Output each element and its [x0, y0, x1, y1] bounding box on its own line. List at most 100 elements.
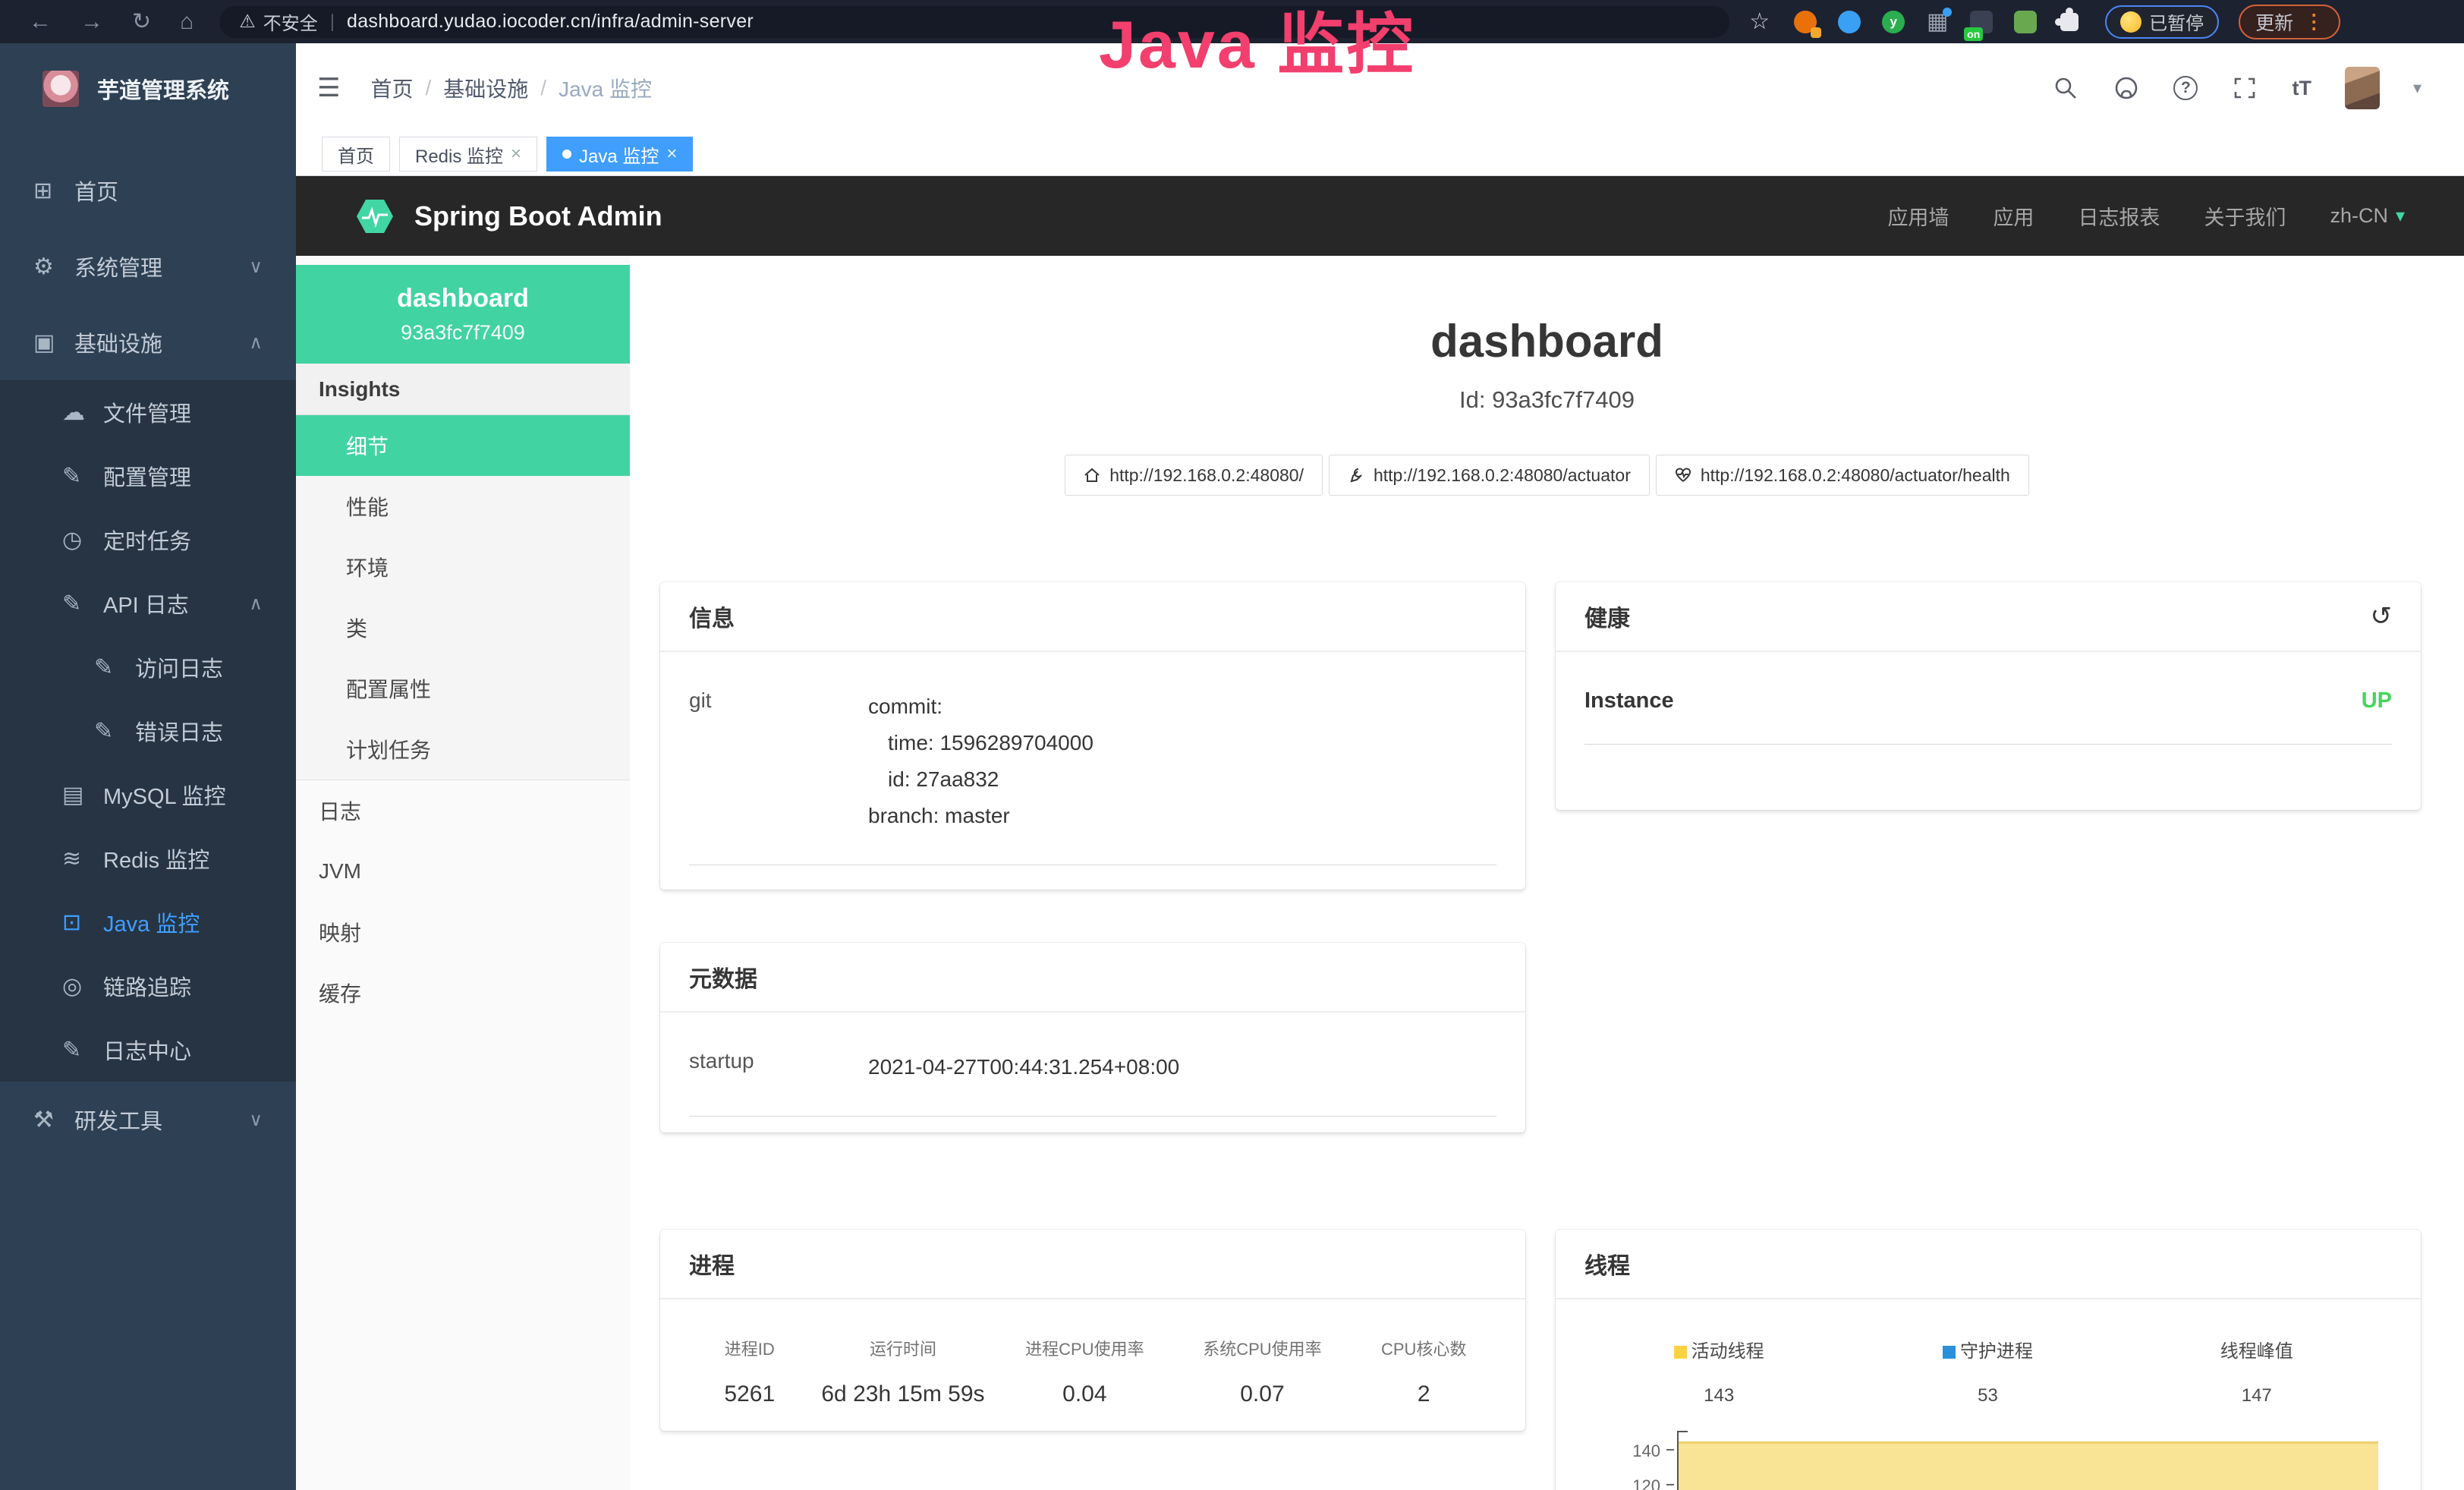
gear-icon: ⚙ — [33, 254, 74, 280]
threads-chart: 140 120 100 — [1584, 1437, 2392, 1490]
tab-java-monitor[interactable]: Java 监控 × — [546, 137, 693, 172]
extension-orange-icon[interactable] — [1792, 9, 1818, 35]
update-button[interactable]: 更新 ⋮ — [2239, 5, 2340, 39]
service-url-button[interactable]: http://192.168.0.2:48080/ — [1065, 455, 1323, 496]
sba-item-logs[interactable]: 日志 — [296, 780, 630, 841]
github-icon[interactable] — [2113, 74, 2140, 102]
tab-home[interactable]: 首页 — [322, 137, 390, 172]
tools-icon: ⚒ — [33, 1107, 74, 1133]
sidebar-toggle-icon[interactable]: ☰ — [317, 73, 340, 103]
sba-item-mappings[interactable]: 映射 — [296, 902, 630, 962]
sba-nav-journal[interactable]: 日志报表 — [2078, 201, 2160, 231]
sidebar-item-error-log[interactable]: ✎ 错误日志 — [0, 699, 296, 763]
threads-values: 143 53 147 — [1584, 1385, 2392, 1407]
daemon-threads-swatch — [1943, 1346, 1956, 1359]
info-card-title: 信息 — [660, 582, 1525, 652]
live-threads-value: 143 — [1584, 1385, 1853, 1407]
sidebar-item-dev-tools[interactable]: ⚒ 研发工具 ∨ — [0, 1082, 296, 1158]
address-bar[interactable]: ⚠ 不安全 | dashboard.yudao.iocoder.cn/infra… — [219, 6, 1729, 38]
health-instance-row[interactable]: Instance UP — [1584, 688, 2392, 713]
font-size-icon[interactable]: tT — [2292, 77, 2311, 100]
avatar[interactable] — [2345, 67, 2380, 109]
tab-redis-monitor[interactable]: Redis 监控 × — [399, 137, 537, 172]
heartbeat-icon — [1675, 467, 1691, 484]
help-icon[interactable]: ? — [2173, 76, 2198, 100]
sba-locale-select[interactable]: zh-CN ▾ — [2330, 204, 2405, 228]
sba-brand[interactable]: Spring Boot Admin — [355, 197, 662, 236]
forward-icon[interactable]: → — [80, 9, 103, 35]
paused-badge[interactable]: 已暂停 — [2105, 5, 2219, 39]
extension-icons: y ▦ on — [1792, 9, 2082, 35]
metadata-card-title: 元数据 — [660, 943, 1525, 1013]
sidebar-item-java-monitor[interactable]: ⊡ Java 监控 — [0, 890, 296, 954]
cpu-cores-value: 2 — [1351, 1381, 1496, 1407]
sba-item-config-props[interactable]: 配置属性 — [296, 658, 630, 719]
sidebar-item-api-log[interactable]: ✎ API 日志 ∧ — [0, 572, 296, 635]
paused-label: 已暂停 — [2149, 8, 2204, 35]
sba-item-details[interactable]: 细节 — [296, 415, 630, 476]
sidebar-item-system-mgmt[interactable]: ⚙ 系统管理 ∨ — [0, 228, 296, 304]
sba-item-jvm[interactable]: JVM — [296, 841, 630, 902]
system-cpu-value: 0.07 — [1173, 1381, 1351, 1407]
search-icon[interactable] — [2052, 74, 2079, 102]
sidebar-item-file-mgmt[interactable]: ☁ 文件管理 — [0, 380, 296, 444]
startup-label: startup — [689, 1049, 868, 1085]
sba-item-classes[interactable]: 类 — [296, 597, 630, 658]
extensions-puzzle-icon[interactable] — [2056, 9, 2082, 35]
health-url-button[interactable]: http://192.168.0.2:48080/actuator/health — [1656, 455, 2029, 496]
sidebar-item-home[interactable]: ⊞ 首页 — [0, 153, 296, 228]
sidebar-item-tracing[interactable]: ◎ 链路追踪 — [0, 954, 296, 1018]
sidebar-item-access-log[interactable]: ✎ 访问日志 — [0, 635, 296, 699]
startup-row: startup 2021-04-27T00:44:31.254+08:00 — [689, 1049, 1496, 1085]
extension-pin-icon[interactable] — [1836, 9, 1862, 35]
sba-instance-header[interactable]: dashboard 93a3fc7f7409 — [296, 265, 630, 364]
fullscreen-icon[interactable] — [2231, 74, 2258, 102]
process-id-value: 5261 — [689, 1381, 810, 1407]
sba-item-scheduled-tasks[interactable]: 计划任务 — [296, 719, 630, 780]
sidebar-item-redis-monitor[interactable]: ≋ Redis 监控 — [0, 827, 296, 890]
sba-section-insights: Insights — [296, 364, 630, 415]
sba-nav-applications[interactable]: 应用 — [1993, 201, 2034, 231]
sidebar-item-scheduled-jobs[interactable]: ◷ 定时任务 — [0, 508, 296, 572]
eye-icon: ◎ — [62, 973, 103, 1000]
sba-nav-about[interactable]: 关于我们 — [2204, 201, 2286, 231]
annotation-java-monitor: Java 监控 — [1099, 0, 1415, 94]
instance-id-line: Id: 93a3fc7f7409 — [630, 386, 2464, 414]
sba-nav-wallboard[interactable]: 应用墙 — [1887, 201, 1949, 231]
sba-item-environment[interactable]: 环境 — [296, 537, 630, 597]
breadcrumb-home[interactable]: 首页 — [370, 73, 413, 103]
extension-leaf-icon[interactable] — [2012, 9, 2038, 35]
browser-menu-icon[interactable]: ⋮ — [2304, 10, 2324, 33]
process-cpu-value: 0.04 — [996, 1381, 1173, 1407]
not-secure-warning-icon: ⚠ — [239, 11, 256, 33]
close-icon[interactable]: × — [511, 143, 521, 165]
emoji-face-icon — [2120, 11, 2141, 33]
database-icon: ▤ — [62, 782, 103, 808]
main-region: ☰ 首页 / 基础设施 / Java 监控 ? tT ▾ 首页 — [296, 43, 2464, 1490]
infra-icon: ▣ — [33, 329, 74, 356]
bookmark-star-icon[interactable]: ☆ — [1749, 8, 1770, 35]
avatar-caret-icon[interactable]: ▾ — [2413, 78, 2422, 98]
back-icon[interactable]: ← — [29, 9, 52, 35]
sidebar-item-infrastructure[interactable]: ▣ 基础设施 ∧ — [0, 304, 296, 380]
sba-item-metrics[interactable]: 性能 — [296, 476, 630, 537]
actuator-url-button[interactable]: http://192.168.0.2:48080/actuator — [1329, 455, 1650, 496]
chevron-up-icon: ∧ — [249, 332, 263, 354]
app-logo-row[interactable]: 芋道管理系统 — [0, 43, 296, 134]
url-text: dashboard.yudao.iocoder.cn/infra/admin-s… — [347, 11, 754, 33]
extension-grid-icon[interactable]: ▦ — [1924, 9, 1950, 35]
close-icon[interactable]: × — [666, 143, 677, 165]
extension-y-icon[interactable]: y — [1880, 9, 1906, 35]
uptime-value: 6d 23h 15m 59s — [810, 1381, 996, 1407]
sidebar-item-log-center[interactable]: ✎ 日志中心 — [0, 1018, 296, 1082]
sba-logo-icon — [355, 197, 395, 236]
reload-icon[interactable]: ↻ — [132, 8, 151, 35]
extension-on-icon[interactable]: on — [1968, 9, 1994, 35]
sidebar-item-config-mgmt[interactable]: ✎ 配置管理 — [0, 444, 296, 508]
history-icon[interactable]: ↺ — [2371, 601, 2393, 632]
sba-sidebar: dashboard 93a3fc7f7409 Insights 细节 性能 环境… — [296, 256, 630, 1490]
sba-item-caches[interactable]: 缓存 — [296, 962, 630, 1023]
browser-home-icon[interactable]: ⌂ — [180, 9, 194, 35]
update-label: 更新 — [2255, 8, 2293, 36]
sidebar-item-mysql-monitor[interactable]: ▤ MySQL 监控 — [0, 763, 296, 827]
